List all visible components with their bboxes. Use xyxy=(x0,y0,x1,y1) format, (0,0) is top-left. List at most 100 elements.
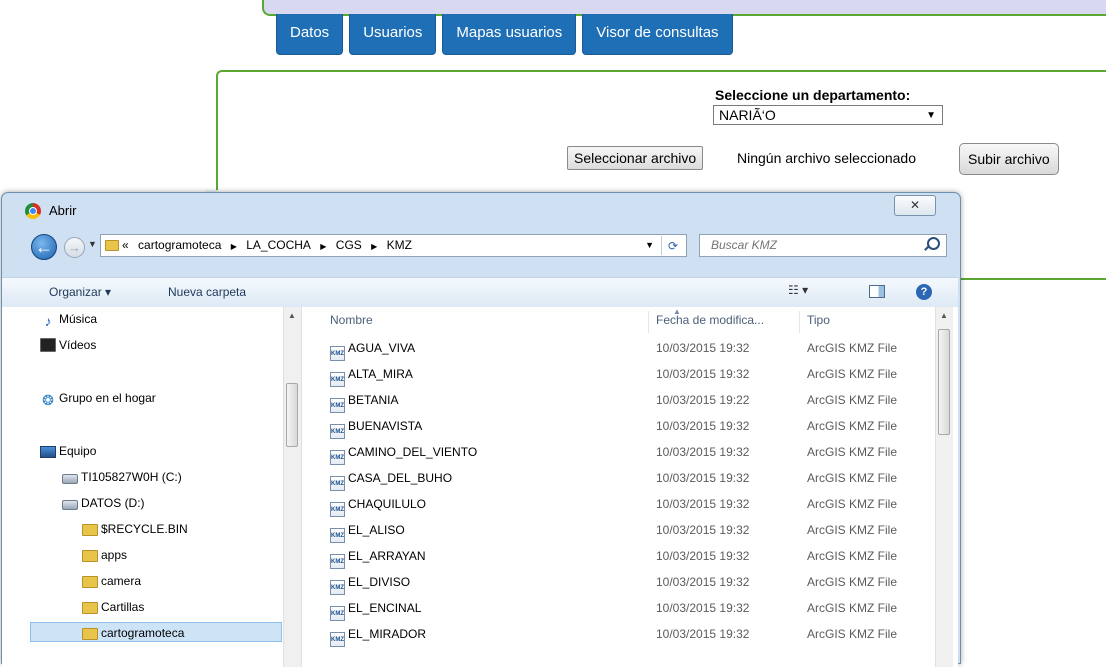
close-button[interactable]: ✕ xyxy=(894,195,936,216)
recent-locations-dropdown-icon[interactable]: ▼ xyxy=(88,239,97,249)
department-select-value: NARIÃ‘O xyxy=(719,107,776,123)
nav-tab-mapas-usuarios[interactable]: Mapas usuarios xyxy=(442,14,577,55)
nav-item-drive-c[interactable]: TI105827W0H (C:) xyxy=(62,467,182,487)
nav-item-musica[interactable]: ♪ Música xyxy=(40,309,98,329)
file-row[interactable]: KMZ EL_MIRADOR 10/03/2015 19:32 ArcGIS KM… xyxy=(326,623,926,647)
file-date: 10/03/2015 19:32 xyxy=(656,471,750,485)
forward-arrow-icon[interactable]: → xyxy=(64,237,85,258)
navigation-pane: ♪ Música Vídeos ❂ Grupo en el hogar Equipo… xyxy=(2,307,302,667)
file-type: ArcGIS KMZ File xyxy=(807,601,898,615)
main-nav: Datos Usuarios Mapas usuarios Visor de c… xyxy=(276,14,733,55)
scrollbar-thumb[interactable] xyxy=(938,329,950,435)
file-name: BUENAVISTA xyxy=(348,419,423,433)
nav-item-camera[interactable]: camera xyxy=(82,571,141,591)
back-arrow-icon[interactable]: ← xyxy=(31,234,57,260)
file-list-scrollbar[interactable]: ▲ xyxy=(935,307,953,667)
choose-file-button[interactable]: Seleccionar archivo xyxy=(567,146,704,170)
video-icon xyxy=(40,338,56,352)
file-row[interactable]: KMZ EL_ALISO 10/03/2015 19:32 ArcGIS KMZ … xyxy=(326,519,926,543)
search-box[interactable] xyxy=(699,234,947,257)
breadcrumb-cartogramoteca[interactable]: cartogramoteca xyxy=(138,238,221,252)
file-type: ArcGIS KMZ File xyxy=(807,445,898,459)
search-input[interactable] xyxy=(709,237,913,253)
file-name: BETANIA xyxy=(348,393,399,407)
kmz-file-icon: KMZ xyxy=(330,372,345,387)
view-options-icon[interactable]: ☷ ▾ xyxy=(788,283,808,297)
file-row[interactable]: KMZ CHAQUILULO 10/03/2015 19:32 ArcGIS KM… xyxy=(326,493,926,517)
kmz-file-icon: KMZ xyxy=(330,398,345,413)
file-type: ArcGIS KMZ File xyxy=(807,471,898,485)
drive-icon xyxy=(62,474,78,484)
breadcrumb-separator-icon[interactable]: ▶ xyxy=(371,242,377,251)
scrollbar-thumb[interactable] xyxy=(286,383,298,447)
nav-item-apps[interactable]: apps xyxy=(82,545,127,565)
nav-tab-usuarios[interactable]: Usuarios xyxy=(349,14,437,55)
dialog-titlebar[interactable]: Abrir ✕ xyxy=(2,193,960,229)
nav-pane-scrollbar[interactable]: ▲ xyxy=(283,307,301,667)
department-select[interactable]: NARIÃ‘O ▼ xyxy=(713,105,943,125)
file-row[interactable]: KMZ EL_DIVISO 10/03/2015 19:32 ArcGIS KMZ… xyxy=(326,571,926,595)
refresh-icon[interactable]: ⟳ xyxy=(661,236,684,255)
file-row[interactable]: KMZ BETANIA 10/03/2015 19:22 ArcGIS KMZ F… xyxy=(326,389,926,413)
nav-item-equipo[interactable]: Equipo xyxy=(40,441,96,461)
folder-icon xyxy=(82,524,98,536)
help-icon[interactable]: ? xyxy=(916,284,932,300)
column-header-name[interactable]: Nombre xyxy=(330,313,373,327)
file-name: ALTA_MIRA xyxy=(348,367,413,381)
organize-button[interactable]: Organizar ▾ xyxy=(49,285,111,299)
upload-file-button[interactable]: Subir archivo xyxy=(959,143,1059,175)
file-row[interactable]: KMZ CASA_DEL_BUHO 10/03/2015 19:32 ArcGIS… xyxy=(326,467,926,491)
file-row[interactable]: KMZ EL_ENCINAL 10/03/2015 19:32 ArcGIS KM… xyxy=(326,597,926,621)
breadcrumb-kmz[interactable]: KMZ xyxy=(387,238,412,252)
column-header-type[interactable]: Tipo xyxy=(807,313,830,327)
column-separator[interactable] xyxy=(799,311,800,333)
folder-icon xyxy=(82,602,98,614)
file-row[interactable]: KMZ AGUA_VIVA 10/03/2015 19:32 ArcGIS KMZ… xyxy=(326,337,926,361)
nav-item-label: DATOS (D:) xyxy=(81,496,145,510)
address-bar[interactable]: « cartogramoteca ▶ LA_COCHA ▶ CGS ▶ KMZ … xyxy=(100,234,687,257)
file-row[interactable]: KMZ CAMINO_DEL_VIENTO 10/03/2015 19:32 Ar… xyxy=(326,441,926,465)
dialog-title: Abrir xyxy=(49,203,77,218)
nav-item-recycle-bin[interactable]: $RECYCLE.BIN xyxy=(82,519,188,539)
breadcrumb-overflow[interactable]: « xyxy=(122,238,129,252)
nav-tab-datos[interactable]: Datos xyxy=(276,14,344,55)
preview-pane-icon[interactable] xyxy=(869,285,885,298)
scroll-up-icon[interactable]: ▲ xyxy=(288,311,296,320)
file-name: CHAQUILULO xyxy=(348,497,427,511)
file-row[interactable]: KMZ ALTA_MIRA 10/03/2015 19:32 ArcGIS KMZ… xyxy=(326,363,926,387)
nav-item-label: $RECYCLE.BIN xyxy=(101,522,188,536)
new-folder-button[interactable]: Nueva carpeta xyxy=(168,285,246,299)
column-separator[interactable] xyxy=(648,311,649,333)
nav-item-videos[interactable]: Vídeos xyxy=(40,335,96,355)
file-name: EL_ALISO xyxy=(348,523,405,537)
address-row: ← → ▼ « cartogramoteca ▶ LA_COCHA ▶ CGS … xyxy=(2,229,960,265)
kmz-file-icon: KMZ xyxy=(330,606,345,621)
nav-item-label: camera xyxy=(101,574,142,588)
breadcrumb-separator-icon[interactable]: ▶ xyxy=(231,242,237,251)
nav-item-label: Equipo xyxy=(59,444,97,458)
column-header-date[interactable]: Fecha de modifica... xyxy=(656,313,764,327)
file-status-text: Ningún archivo seleccionado xyxy=(737,150,916,166)
nav-item-drive-d[interactable]: DATOS (D:) xyxy=(62,493,145,513)
file-row[interactable]: KMZ BUENAVISTA 10/03/2015 19:32 ArcGIS KM… xyxy=(326,415,926,439)
breadcrumb-separator-icon[interactable]: ▶ xyxy=(320,242,326,251)
nav-item-homegroup[interactable]: ❂ Grupo en el hogar xyxy=(40,388,156,408)
folder-icon xyxy=(82,628,98,640)
file-name: EL_ENCINAL xyxy=(348,601,422,615)
computer-icon xyxy=(40,446,56,458)
scroll-up-icon[interactable]: ▲ xyxy=(940,311,948,320)
address-dropdown-icon[interactable]: ▼ xyxy=(645,235,654,256)
folder-icon xyxy=(105,240,119,251)
nav-item-label: apps xyxy=(101,548,128,562)
breadcrumb: « cartogramoteca ▶ LA_COCHA ▶ CGS ▶ KMZ xyxy=(122,235,418,257)
nav-tab-visor-consultas[interactable]: Visor de consultas xyxy=(582,14,733,55)
kmz-file-icon: KMZ xyxy=(330,502,345,517)
nav-item-cartillas[interactable]: Cartillas xyxy=(82,597,144,617)
file-date: 10/03/2015 19:32 xyxy=(656,549,750,563)
file-row[interactable]: KMZ EL_ARRAYAN 10/03/2015 19:32 ArcGIS KM… xyxy=(326,545,926,569)
nav-item-cartogramoteca[interactable]: cartogramoteca xyxy=(30,622,282,642)
file-type: ArcGIS KMZ File xyxy=(807,367,898,381)
breadcrumb-cgs[interactable]: CGS xyxy=(336,238,362,252)
breadcrumb-la-cocha[interactable]: LA_COCHA xyxy=(246,238,311,252)
search-icon[interactable] xyxy=(927,237,940,250)
